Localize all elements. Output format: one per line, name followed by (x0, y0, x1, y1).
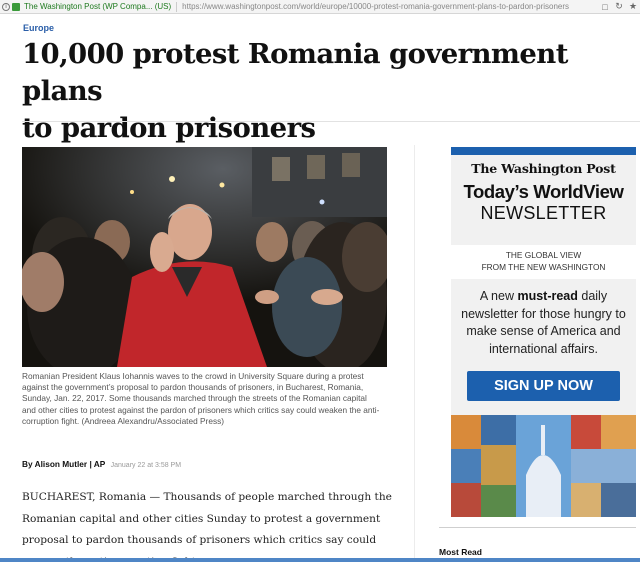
headline-line-1: 10,000 protest Romania government plans (22, 38, 568, 107)
article-photo[interactable] (22, 147, 387, 367)
article-headline: 10,000 protest Romania government plans … (22, 36, 640, 147)
photo-caption: Romanian President Klaus Iohannis waves … (22, 371, 380, 426)
ad-body: A new must-read daily newsletter for tho… (451, 279, 636, 415)
url-field[interactable]: https://www.washingtonpost.com/world/eur… (182, 2, 598, 11)
info-icon[interactable]: i (2, 2, 10, 11)
world-landmarks-image (451, 415, 636, 517)
column-divider (414, 145, 415, 562)
byline: By Alison Mutler | AP January 22 at 3:58… (22, 459, 181, 469)
star-icon[interactable]: ★ (626, 1, 640, 12)
headline-line-2: to pardon prisoners (22, 112, 316, 144)
newsletter-ad[interactable]: The Washington Post Today’s WorldView NE… (451, 147, 636, 517)
headline-divider (22, 121, 640, 122)
site-identity[interactable]: The Washington Post (WP Compa... (US) (24, 2, 171, 11)
lock-icon[interactable] (12, 2, 20, 11)
section-label[interactable]: Europe (23, 23, 54, 33)
sign-up-button[interactable]: SIGN UP NOW (467, 371, 620, 401)
ad-subtitle: NEWSLETTER (480, 203, 607, 223)
address-separator (176, 1, 178, 12)
byline-timestamp: January 22 at 3:58 PM (110, 462, 182, 469)
bookmark-icon[interactable]: □ (598, 2, 612, 12)
ad-header: The Washington Post Today’s WorldView NE… (451, 147, 636, 245)
bottom-bar (0, 558, 640, 562)
browser-address-bar: i The Washington Post (WP Compa... (US) … (0, 0, 640, 14)
ad-tagline: THE GLOBAL VIEW FROM THE NEW WASHINGTON (451, 245, 636, 279)
article-body: BUCHAREST, Romania — Thousands of people… (22, 491, 392, 562)
ad-title: Today’s WorldView (463, 181, 624, 202)
byline-author[interactable]: By Alison Mutler | AP (22, 459, 105, 469)
most-read-heading: Most Read (439, 527, 636, 557)
ad-copy: A new must-read daily newsletter for tho… (461, 289, 626, 356)
wapo-logo: The Washington Post (471, 161, 616, 176)
reload-icon[interactable]: ↻ (612, 1, 626, 12)
ad-tagline-line-1: THE GLOBAL VIEW (505, 250, 582, 260)
ad-tagline-line-2: FROM THE NEW WASHINGTON (481, 261, 606, 272)
